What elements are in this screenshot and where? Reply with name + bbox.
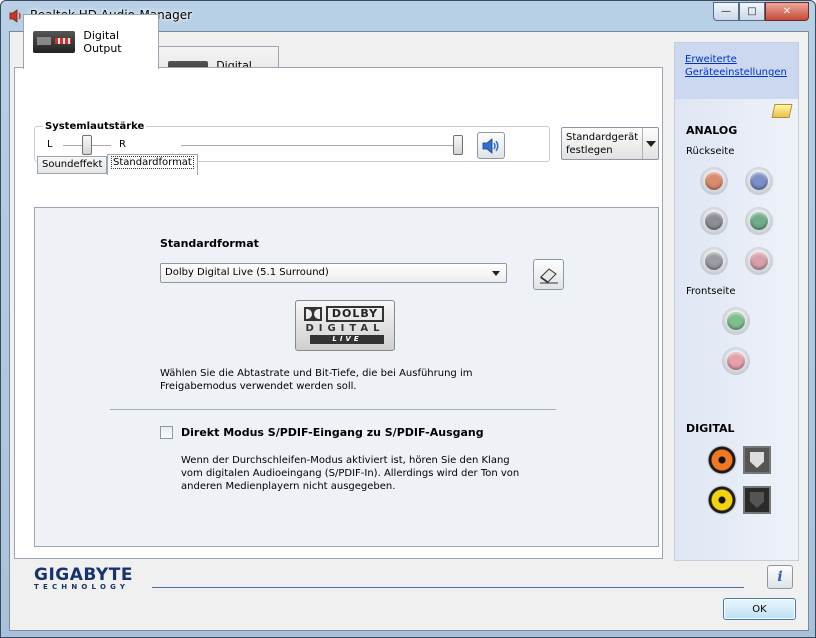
format-description: Wählen Sie die Abtastrate und Bit-Tiefe,… bbox=[160, 368, 473, 392]
dolby-logo-live: LIVE bbox=[310, 335, 384, 344]
gigabyte-logo: GIGABYTE TECHNOLOGY bbox=[34, 565, 133, 591]
set-default-device-dropdown[interactable]: Standardgerät festlegen bbox=[561, 127, 659, 160]
advanced-device-settings-link[interactable]: Erweiterte Geräteeinstellungen bbox=[685, 53, 816, 79]
ok-button[interactable]: OK bbox=[723, 598, 796, 620]
volume-track bbox=[181, 145, 463, 147]
tab-standardformat[interactable]: Standardformat bbox=[107, 154, 198, 175]
tab-label: Soundeffekt bbox=[42, 159, 103, 170]
divider bbox=[110, 409, 556, 410]
front-label: Frontseite bbox=[686, 286, 736, 297]
rear-jack-black[interactable] bbox=[700, 247, 728, 275]
ok-button-label: OK bbox=[752, 603, 767, 615]
spdif-optical-in-jack[interactable] bbox=[743, 486, 771, 514]
rear-jack-pink[interactable] bbox=[745, 247, 773, 275]
spdif-passthrough-description: Wenn der Durchschleifen-Modus aktiviert … bbox=[181, 455, 520, 492]
close-button[interactable]: ✕ bbox=[765, 2, 809, 21]
front-jack-green[interactable] bbox=[722, 307, 750, 335]
chevron-down-icon bbox=[492, 271, 500, 276]
tab-soundeffekt[interactable]: Soundeffekt bbox=[37, 156, 108, 174]
window-controls: — □ ✕ bbox=[713, 2, 809, 21]
speaker-app-icon bbox=[9, 9, 21, 23]
balance-left-label: L bbox=[47, 139, 53, 150]
spdif-optical-out-jack[interactable] bbox=[743, 446, 771, 474]
tab-digital-output[interactable]: Digital Output bbox=[23, 14, 159, 69]
format-select-value: Dolby Digital Live (5.1 Surround) bbox=[165, 267, 329, 278]
reset-format-button[interactable] bbox=[533, 259, 564, 290]
spdif-coax-out-jack[interactable] bbox=[707, 445, 737, 475]
digital-heading: DIGITAL bbox=[686, 422, 735, 435]
rear-jack-grey[interactable] bbox=[700, 207, 728, 235]
brand-name: GIGABYTE bbox=[34, 565, 133, 585]
maximize-button[interactable]: □ bbox=[739, 2, 765, 21]
brand-subtitle: TECHNOLOGY bbox=[34, 583, 130, 591]
front-jack-pink[interactable] bbox=[722, 347, 750, 375]
dolby-digital-live-logo: DOLBY DIGITAL LIVE bbox=[295, 300, 395, 351]
volume-slider[interactable] bbox=[453, 135, 463, 155]
footer-divider bbox=[152, 587, 744, 588]
chevron-down-icon bbox=[642, 128, 658, 159]
dolby-double-d-icon bbox=[304, 307, 322, 321]
dolby-logo-word: DOLBY bbox=[326, 306, 384, 322]
rear-jack-blue[interactable] bbox=[745, 167, 773, 195]
balance-slider[interactable] bbox=[82, 135, 92, 155]
audio-device-icon bbox=[33, 31, 76, 53]
spdif-passthrough-checkbox[interactable] bbox=[160, 426, 173, 439]
eraser-icon bbox=[539, 267, 558, 284]
analog-heading: ANALOG bbox=[686, 124, 738, 137]
info-icon: i bbox=[777, 569, 783, 585]
standardformat-heading: Standardformat bbox=[160, 237, 259, 250]
minimize-button[interactable]: — bbox=[713, 2, 739, 21]
rear-jack-green[interactable] bbox=[745, 207, 773, 235]
set-default-device-label: Standardgerät festlegen bbox=[566, 132, 639, 156]
spdif-coax-in-jack[interactable] bbox=[707, 485, 737, 515]
tab-label: Digital Output bbox=[83, 29, 122, 55]
connector-panel bbox=[674, 42, 799, 561]
rear-label: Rückseite bbox=[686, 146, 735, 157]
rear-jack-orange[interactable] bbox=[700, 167, 728, 195]
tab-label: Standardformat bbox=[111, 156, 194, 169]
info-button[interactable]: i bbox=[767, 565, 793, 589]
speaker-icon bbox=[482, 137, 499, 154]
balance-right-label: R bbox=[119, 139, 126, 150]
folder-icon[interactable] bbox=[771, 104, 793, 118]
dolby-logo-digital: DIGITAL bbox=[305, 323, 385, 334]
format-select[interactable]: Dolby Digital Live (5.1 Surround) bbox=[160, 263, 507, 283]
volume-title: Systemlautstärke bbox=[43, 121, 147, 132]
mute-button[interactable] bbox=[477, 132, 505, 159]
spdif-passthrough-label[interactable]: Direkt Modus S/PDIF-Eingang zu S/PDIF-Au… bbox=[181, 426, 484, 439]
